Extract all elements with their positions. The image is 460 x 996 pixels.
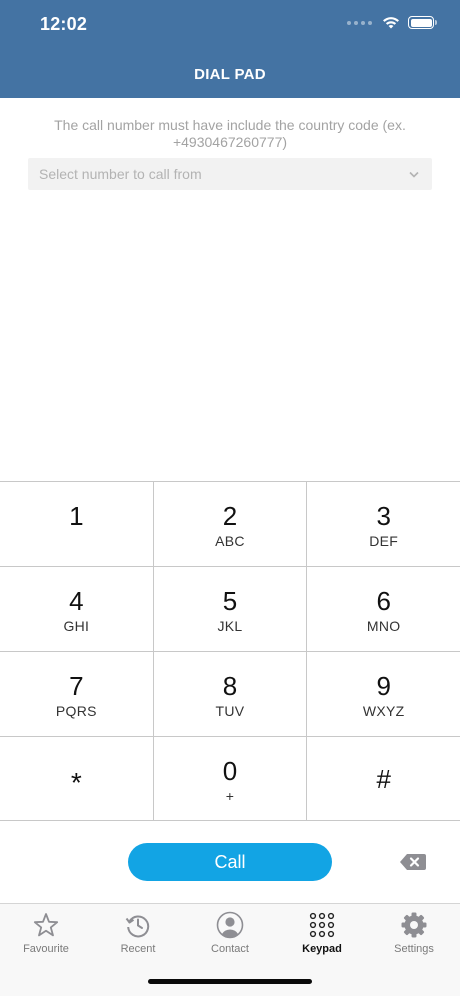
person-icon	[216, 911, 244, 939]
key-digit: 2	[222, 501, 238, 531]
key-hash[interactable]: #	[307, 737, 460, 820]
tab-recent[interactable]: Recent	[92, 904, 184, 966]
key-digit: 1	[69, 501, 84, 531]
key-8[interactable]: 8 TUV	[154, 652, 308, 736]
key-4[interactable]: 4 GHI	[0, 567, 154, 651]
key-letters: TUV	[215, 703, 245, 719]
call-button[interactable]: Call	[128, 843, 332, 881]
key-letters: MNO	[366, 618, 401, 634]
key-letters: ABC	[215, 533, 245, 549]
chevron-down-icon	[408, 168, 420, 180]
page-title: DIAL PAD	[194, 66, 266, 83]
tab-label: Keypad	[302, 943, 342, 955]
tab-label: Favourite	[23, 943, 69, 955]
key-letters: +	[225, 788, 235, 804]
signal-dots-icon	[347, 20, 372, 25]
key-letters: WXYZ	[362, 703, 405, 719]
key-star[interactable]: *	[0, 737, 154, 820]
tab-keypad[interactable]: Keypad	[276, 904, 368, 966]
app-header: 12:02 DIAL PAD	[0, 0, 460, 98]
keypad: 1 2 ABC 3 DEF 4 GHI 5 JKL 6 MNO 7 PQRS 8	[0, 481, 460, 821]
key-digit: 6	[376, 586, 391, 616]
key-3[interactable]: 3 DEF	[307, 482, 460, 566]
tab-label: Recent	[120, 943, 156, 955]
star-icon	[32, 911, 60, 939]
tab-favourite[interactable]: Favourite	[0, 904, 92, 966]
key-5[interactable]: 5 JKL	[154, 567, 308, 651]
battery-icon	[408, 16, 437, 29]
country-code-hint: The call number must have include the co…	[54, 117, 406, 150]
key-1[interactable]: 1	[0, 482, 154, 566]
key-letters: PQRS	[55, 703, 97, 719]
status-icons	[347, 16, 437, 29]
keypad-row: 7 PQRS 8 TUV 9 WXYZ	[0, 652, 460, 737]
key-digit: 9	[376, 671, 391, 701]
select-placeholder: Select number to call from	[39, 166, 202, 182]
history-icon	[124, 911, 152, 939]
key-2[interactable]: 2 ABC	[154, 482, 308, 566]
tab-contact[interactable]: Contact	[184, 904, 276, 966]
tab-label: Contact	[211, 943, 249, 955]
keypad-row: 4 GHI 5 JKL 6 MNO	[0, 567, 460, 652]
key-7[interactable]: 7 PQRS	[0, 652, 154, 736]
home-indicator	[148, 979, 312, 984]
key-letters: JKL	[217, 618, 243, 634]
key-digit: *	[70, 767, 82, 798]
keypad-row: * 0 + #	[0, 737, 460, 821]
keypad-row: 1 2 ABC 3 DEF	[0, 482, 460, 567]
key-digit: #	[376, 764, 391, 794]
key-digit: 5	[222, 586, 238, 616]
status-time: 12:02	[40, 14, 88, 34]
key-digit: 3	[376, 501, 391, 531]
caller-number-select[interactable]: Select number to call from	[28, 158, 432, 190]
backspace-icon[interactable]	[398, 851, 428, 873]
key-9[interactable]: 9 WXYZ	[307, 652, 460, 736]
key-letters: DEF	[369, 533, 399, 549]
tab-label: Settings	[394, 943, 434, 955]
key-0[interactable]: 0 +	[154, 737, 308, 820]
wifi-icon	[383, 17, 399, 29]
key-digit: 7	[69, 671, 84, 701]
key-letters: GHI	[63, 618, 90, 634]
key-6[interactable]: 6 MNO	[307, 567, 460, 651]
tab-settings[interactable]: Settings	[368, 904, 460, 966]
key-digit: 0	[222, 756, 238, 786]
gear-icon	[400, 911, 428, 939]
key-digit: 4	[69, 586, 84, 616]
keypad-icon	[308, 911, 336, 939]
key-digit: 8	[222, 671, 238, 701]
